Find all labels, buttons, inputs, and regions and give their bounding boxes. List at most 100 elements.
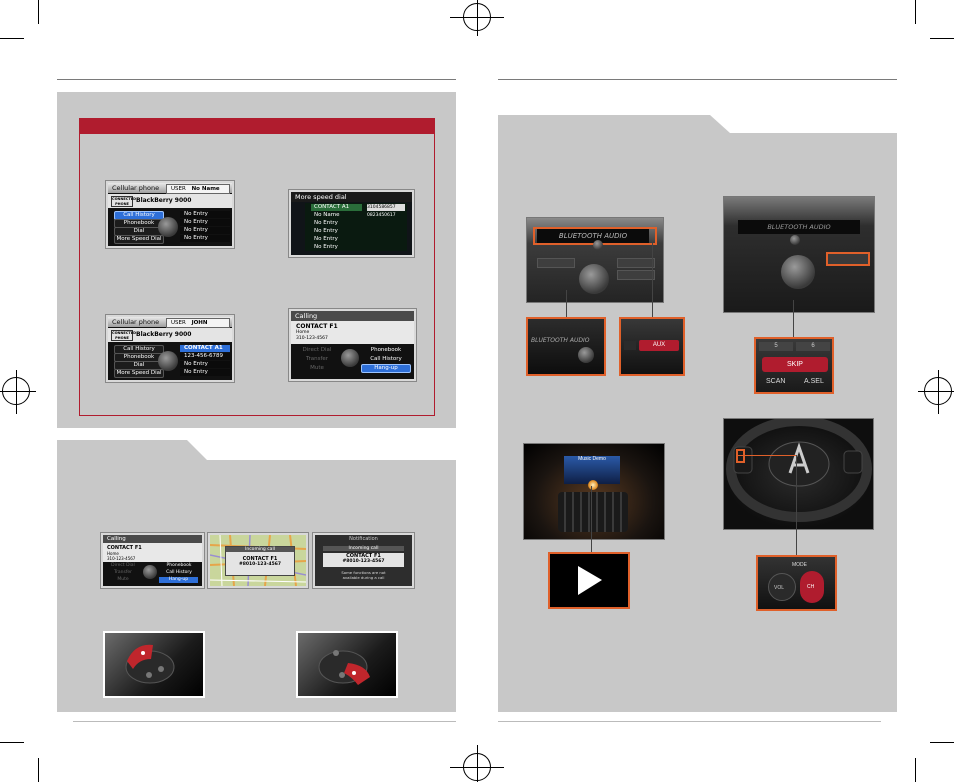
connector-line (566, 290, 567, 317)
ch-label: CH (807, 584, 815, 590)
footer-rule-right (498, 721, 881, 722)
connector-line (652, 243, 653, 318)
tune-knob (790, 235, 800, 245)
speed-dial-row[interactable]: No Entry (311, 244, 362, 251)
calling-screen: Calling CONTACT F1 Home 310-123-4567 Dir… (289, 309, 416, 381)
button-row (617, 258, 655, 268)
steering-hangup-button-photo (296, 631, 398, 698)
hang-up-option[interactable]: Hang-up (159, 577, 198, 583)
selector-knob (158, 217, 178, 237)
aux-button-closeup: AUX (619, 317, 685, 376)
menu-more-speed-dial[interactable]: More Speed Dial (114, 235, 164, 244)
skip-button-closeup: 5 6 SKIP SCAN A.SEL (754, 337, 834, 394)
device-name: BlackBerry 9000 (136, 197, 192, 204)
preset-5-button: 5 (759, 342, 793, 351)
call-history-option[interactable]: Call History (363, 356, 409, 363)
notification-note: available during a call (342, 575, 385, 580)
audio-display: BLUETOOTH AUDIO (738, 220, 860, 234)
contact-name: CONTACT F1 (296, 323, 338, 330)
notification-body: CONTACT F1 #8010-123-4567 (323, 553, 404, 567)
transfer-option[interactable]: Transfer (106, 570, 140, 576)
vol-label: VOL (774, 585, 785, 591)
aux-button: AUX (639, 340, 679, 351)
section-tab-notch (710, 115, 897, 133)
entry-row: No Entry (180, 211, 230, 218)
audio-unit-photo-2: BLUETOOTH AUDIO (723, 196, 875, 313)
steering-wheel-photo (723, 418, 874, 530)
button-row (617, 270, 655, 280)
cellular-phone-screen-1: Cellular phone USER No Name CONNECTED PH… (106, 181, 234, 248)
steering-highlight (736, 449, 745, 463)
play-icon (548, 552, 630, 609)
scan-button: SCAN (766, 378, 786, 385)
transfer-option[interactable]: Transfer (297, 356, 337, 363)
mute-option[interactable]: Mute (106, 577, 140, 583)
entry-row: 123-456-6789 (180, 353, 230, 360)
phonebook-option[interactable]: Phonebook (160, 563, 198, 569)
user-label: USER (171, 320, 186, 326)
contact-number: #8010-123-4567 (239, 562, 281, 567)
crop-mark (915, 758, 916, 782)
user-name: JOHN (191, 320, 208, 326)
crop-mark (930, 38, 954, 39)
speed-dial-row[interactable]: No Name (311, 212, 362, 219)
entry-row: CONTACT A1 (180, 345, 230, 352)
notification-screen: Notification Incoming call CONTACT F1 #8… (313, 533, 414, 588)
speed-dial-row[interactable]: No Entry (311, 236, 362, 243)
keyboard (558, 492, 628, 532)
contact-type: Home (296, 330, 310, 335)
user-selector[interactable]: USER No Name (166, 184, 230, 194)
screen-title: Calling (291, 311, 414, 321)
mute-option[interactable]: Mute (297, 365, 337, 372)
skip-highlight (826, 252, 870, 266)
trackball (588, 480, 598, 490)
connector-line (591, 486, 592, 553)
footer-rule-left (73, 721, 456, 722)
steering-pickup-button-photo (103, 631, 205, 698)
user-selector[interactable]: USER JOHN (166, 318, 230, 328)
call-history-option[interactable]: Call History (160, 570, 198, 576)
steering-buttons (318, 650, 370, 685)
connected-phone-badge: CONNECTED PHONE (111, 196, 137, 207)
crop-mark (930, 742, 954, 743)
music-demo-label: Music Demo (578, 456, 606, 462)
user-name: No Name (191, 186, 220, 192)
speed-dial-number: 3104586857 (367, 204, 405, 211)
crop-mark (38, 758, 39, 782)
menu-more-speed-dial[interactable]: More Speed Dial (114, 369, 164, 378)
phonebook-option[interactable]: Phonebook (363, 347, 409, 354)
crop-mark (0, 38, 24, 39)
hang-up-option[interactable]: Hang-up (361, 364, 411, 373)
direct-dial-option[interactable]: Direct Dial (106, 563, 140, 569)
entry-row: No Entry (180, 361, 230, 368)
asel-button: A.SEL (804, 378, 824, 385)
crop-mark (915, 0, 916, 24)
header-rule-left (57, 79, 456, 80)
crop-mark (38, 0, 39, 24)
tune-knob (593, 240, 603, 250)
volume-knob (781, 255, 815, 289)
bluetooth-audio-text: BLUETOOTH AUDIO (531, 337, 590, 344)
crop-mark (0, 742, 24, 743)
speed-dial-number: 0823450617 (367, 213, 396, 218)
speed-dial-row[interactable]: CONTACT A1 (311, 204, 362, 211)
steering-buttons (125, 644, 175, 684)
section-tab-notch (187, 440, 456, 460)
contact-number: 310-123-4567 (296, 336, 328, 341)
speed-dial-row[interactable]: No Entry (311, 220, 362, 227)
entry-row: No Entry (180, 227, 230, 234)
cellular-phone-screen-2: Cellular phone USER JOHN CONNECTED PHONE… (106, 315, 234, 382)
screen-title: Calling (103, 535, 202, 543)
selector-knob (158, 351, 178, 371)
entry-row: No Entry (180, 369, 230, 376)
incoming-call-header: Incoming call (226, 547, 294, 552)
connected-phone-badge: CONNECTED PHONE (111, 330, 137, 341)
steering-wheel (726, 419, 872, 522)
direct-dial-option[interactable]: Direct Dial (297, 347, 337, 354)
blackberry-device-photo: Music Demo (523, 443, 665, 540)
skip-label: SKIP (787, 361, 803, 368)
screen-title: More speed dial (291, 192, 412, 202)
selector-knob (143, 565, 157, 579)
speed-dial-row[interactable]: No Entry (311, 228, 362, 235)
contact-number: 310-123-4567 (107, 556, 136, 561)
